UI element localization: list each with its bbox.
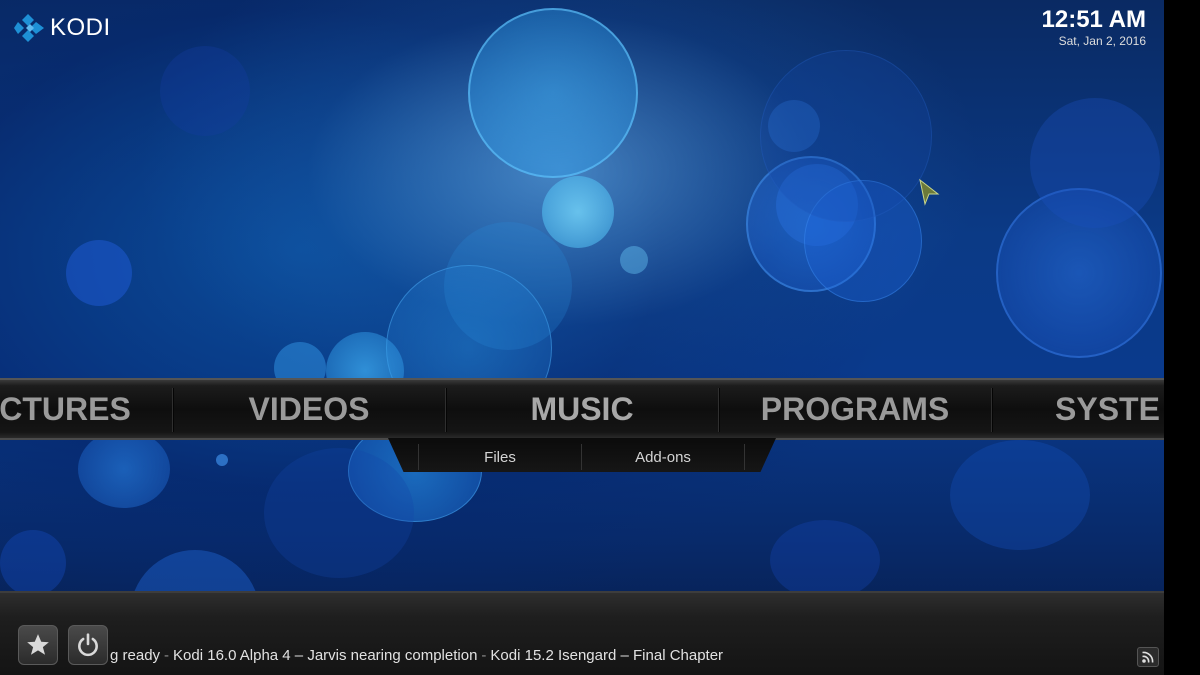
background-bubble	[542, 176, 614, 248]
menu-item-videos[interactable]: VIDEOS	[174, 380, 444, 438]
ticker-separator: -	[164, 647, 170, 664]
background-bubble	[770, 520, 880, 600]
power-icon	[78, 633, 98, 657]
ticker-item: Kodi 16.0 Alpha 4 – Jarvis nearing compl…	[173, 647, 478, 664]
menu-item-pictures[interactable]: CTURES	[0, 380, 160, 438]
home-screen: KODI 12:51 AM Sat, Jan 2, 2016 CTURES VI…	[0, 0, 1164, 675]
background-bubble	[264, 448, 414, 578]
star-icon	[27, 634, 49, 655]
menu-separator	[172, 388, 173, 432]
kodi-logo-icon	[14, 12, 46, 44]
favourites-button[interactable]	[18, 625, 58, 665]
power-button[interactable]	[68, 625, 108, 665]
rss-icon[interactable]	[1137, 647, 1159, 667]
background-bubble	[0, 530, 66, 596]
submenu-separator	[744, 444, 745, 470]
background-bubble	[776, 164, 858, 246]
background-bubble	[444, 222, 572, 350]
main-menu: CTURES VIDEOS MUSIC PROGRAMS SYSTE	[0, 378, 1164, 440]
background-bubble	[620, 246, 648, 274]
background-bubble	[804, 180, 922, 302]
submenu-item-files[interactable]: Files	[419, 438, 581, 472]
submenu: Files Add-ons	[388, 438, 776, 472]
background-bubble	[468, 8, 638, 178]
menu-item-music[interactable]: MUSIC	[447, 380, 717, 438]
menu-item-system[interactable]: SYSTE	[1055, 380, 1164, 438]
menu-separator	[445, 388, 446, 432]
menu-separator	[718, 388, 719, 432]
background-bubble	[746, 156, 876, 292]
background-bubble	[996, 188, 1162, 358]
background-bubble	[160, 46, 250, 136]
menu-item-programs[interactable]: PROGRAMS	[720, 380, 990, 438]
background-bubble	[950, 440, 1090, 550]
background-bubble	[78, 430, 170, 508]
background-bubble	[216, 454, 228, 466]
mouse-cursor-icon	[918, 178, 940, 206]
letterbox-bar	[1164, 0, 1200, 675]
clock-time: 12:51 AM	[1041, 6, 1146, 33]
background-bubble	[66, 240, 132, 306]
background-bubble	[768, 100, 820, 152]
clock-date: Sat, Jan 2, 2016	[1058, 34, 1146, 48]
ticker-item: Kodi 15.2 Isengard – Final Chapter	[490, 647, 724, 664]
kodi-logo: KODI	[14, 12, 111, 44]
rss-ticker: g ready - Kodi 16.0 Alpha 4 – Jarvis neari…	[110, 647, 1110, 667]
submenu-item-addons[interactable]: Add-ons	[582, 438, 744, 472]
ticker-separator: -	[481, 647, 487, 664]
background-bubble	[1030, 98, 1160, 228]
background-bubble	[760, 50, 932, 222]
clock: 12:51 AM Sat, Jan 2, 2016	[1042, 6, 1146, 48]
menu-separator	[991, 388, 992, 432]
ticker-item: g ready	[110, 647, 161, 664]
kodi-logo-text: KODI	[50, 14, 111, 41]
